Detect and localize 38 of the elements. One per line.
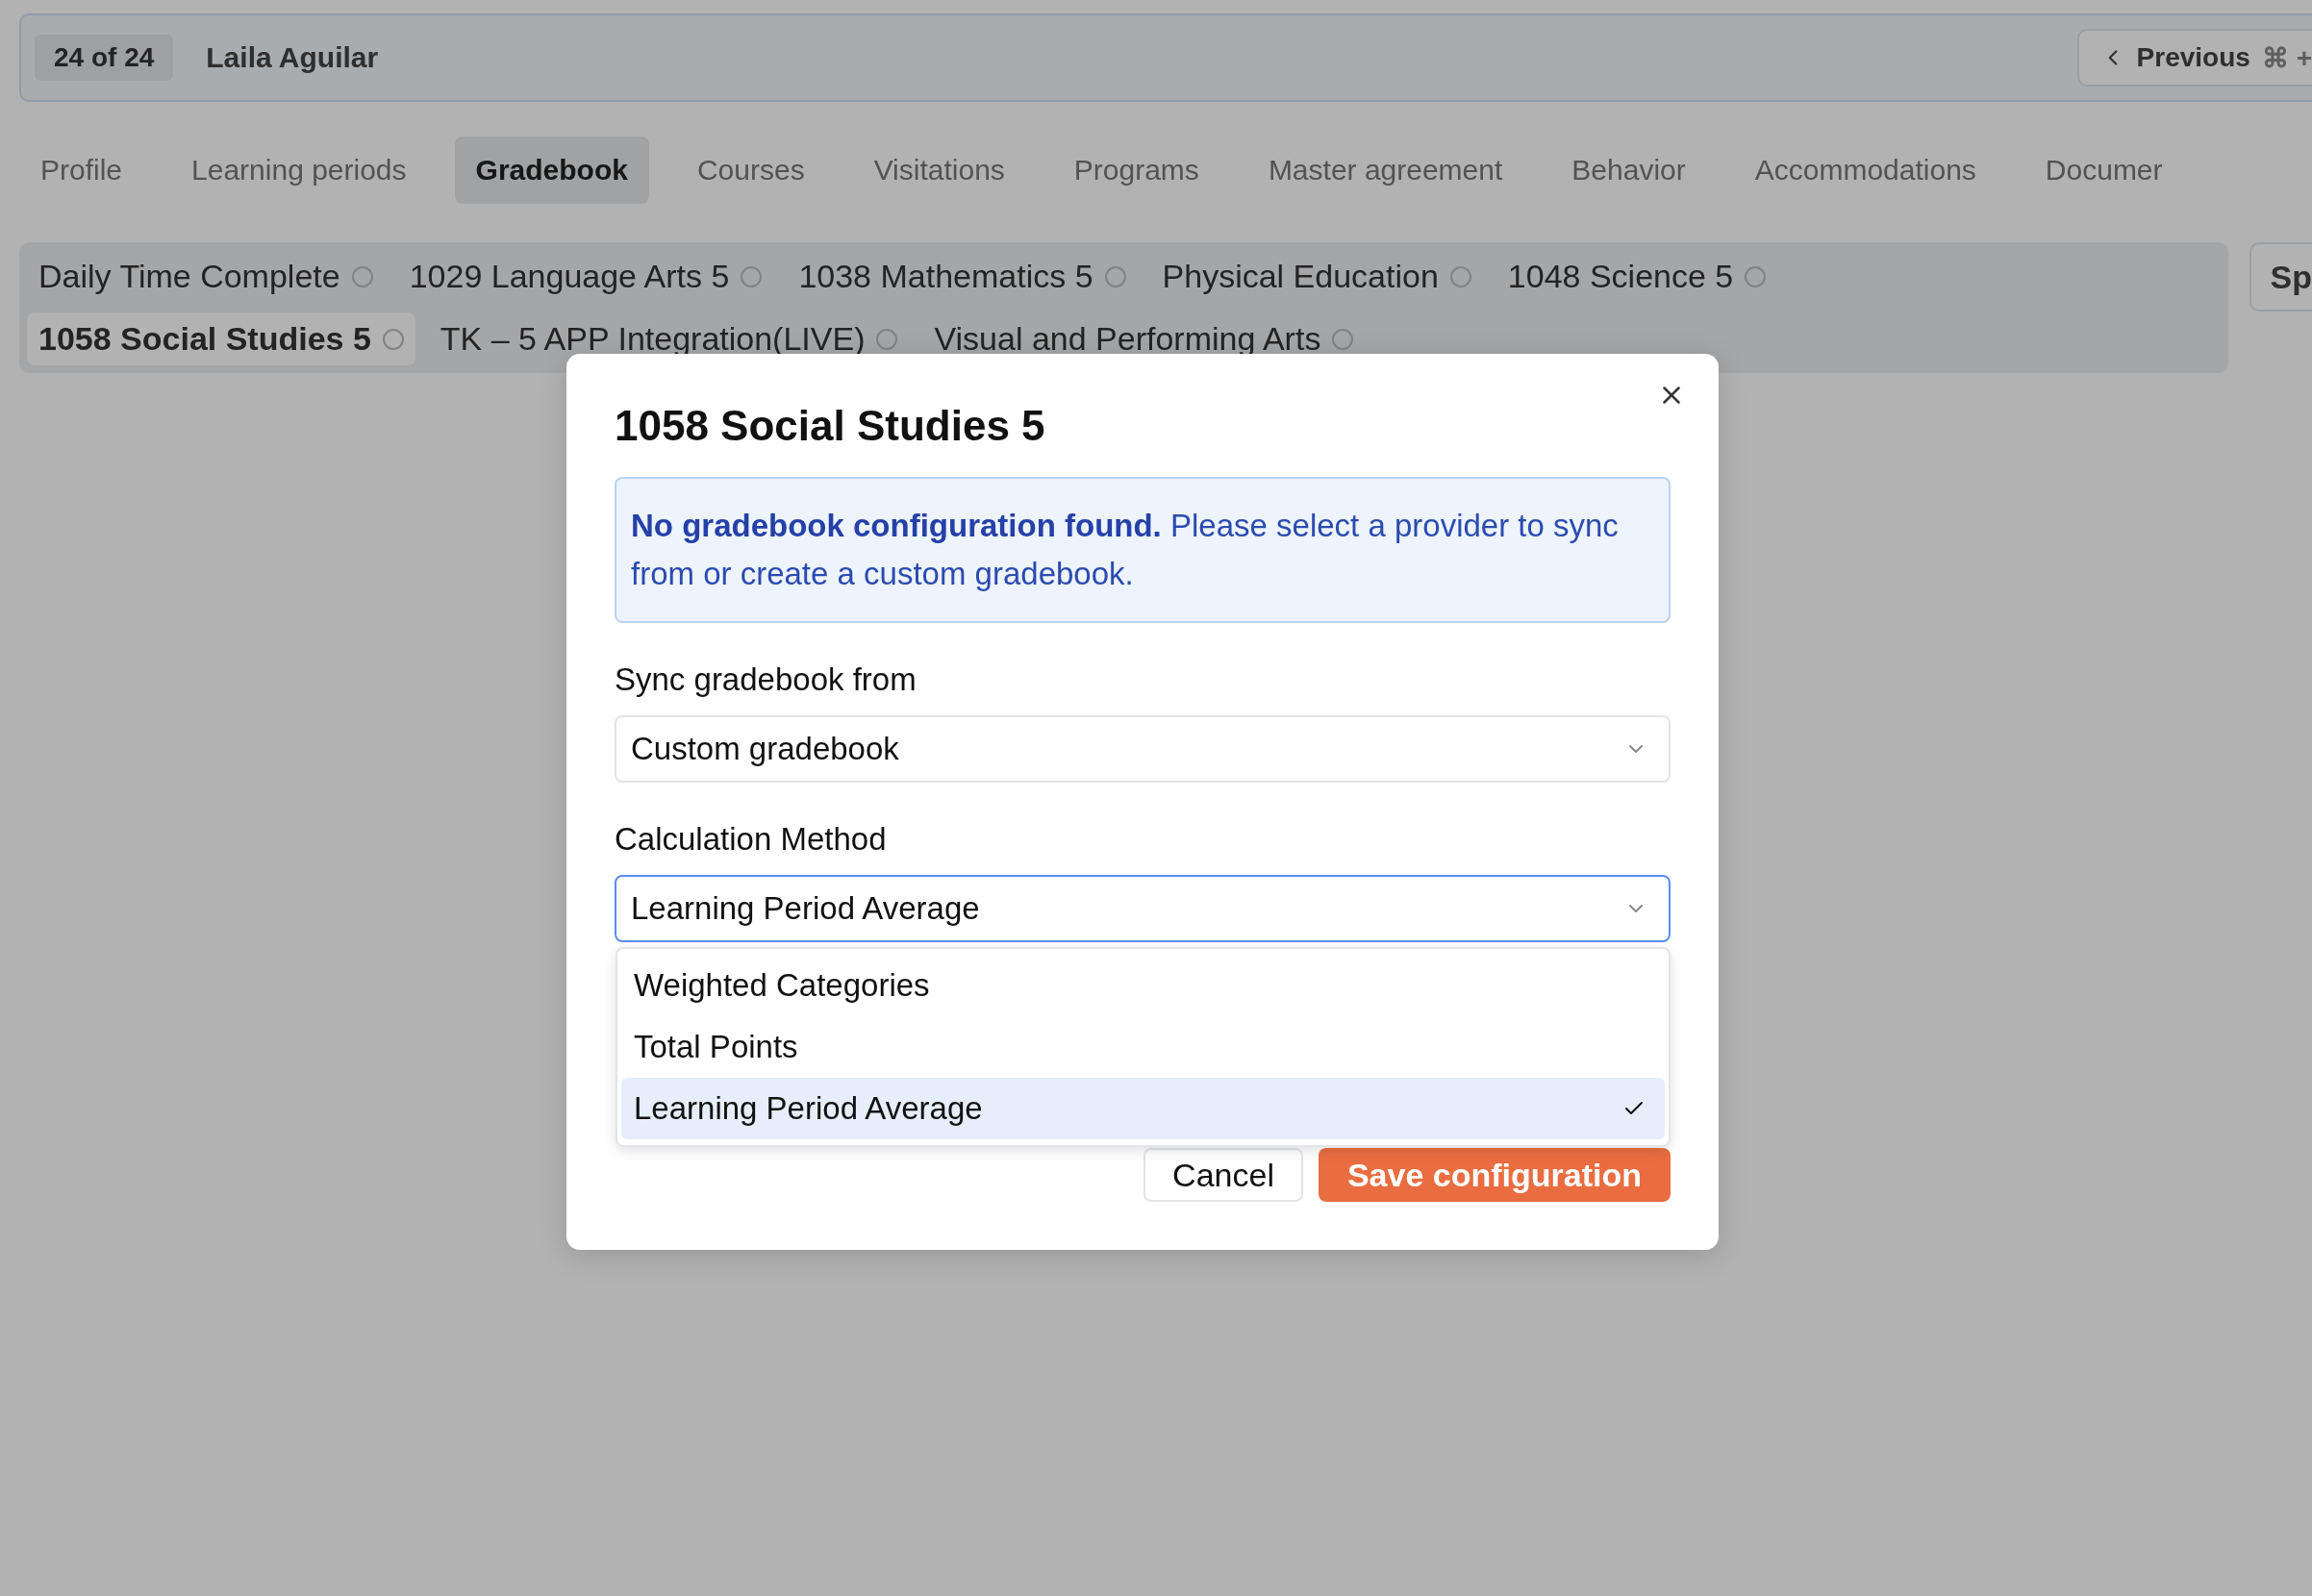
status-circle-icon <box>1104 265 1126 287</box>
course-chip[interactable]: 1058 Social Studies 5 <box>27 312 415 365</box>
dropdown-option[interactable]: Learning Period Average <box>621 1078 1665 1139</box>
shortcut-hint: ⌘ + <box>2261 41 2312 74</box>
nav-tab[interactable]: Documer <box>2023 137 2184 204</box>
course-chip[interactable]: 1048 Science 5 <box>1495 250 1778 303</box>
course-chip[interactable]: Physical Education <box>1150 250 1483 303</box>
previous-button[interactable]: Previous ⌘ + <box>2076 29 2312 87</box>
status-circle-icon <box>1449 265 1471 287</box>
dropdown-option[interactable]: Total Points <box>621 1016 1665 1078</box>
course-chip[interactable]: 1029 Language Arts 5 <box>397 250 774 303</box>
cancel-button[interactable]: Cancel <box>1143 1148 1303 1202</box>
status-circle-icon <box>382 328 404 350</box>
nav-tab[interactable]: Master agreement <box>1246 137 1524 204</box>
status-circle-icon <box>876 328 898 350</box>
course-chip[interactable]: Daily Time Complete <box>27 250 385 303</box>
nav-tab[interactable]: Programs <box>1052 137 1220 204</box>
side-button[interactable]: Sp <box>2249 242 2312 312</box>
field-label: Sync gradebook from <box>615 661 917 698</box>
student-name: Laila Aguilar <box>206 41 379 74</box>
dialog-title: 1058 Social Studies 5 <box>615 402 1046 450</box>
record-position: 24 of 24 <box>35 35 174 81</box>
field-label: Calculation Method <box>615 821 888 858</box>
nav-tab[interactable]: Gradebook <box>454 137 649 204</box>
status-circle-icon <box>1332 328 1354 350</box>
nav-tab[interactable]: Learning periods <box>170 137 428 204</box>
status-circle-icon <box>351 265 373 287</box>
dropdown-option[interactable]: Weighted Categories <box>621 955 1665 1016</box>
info-alert: No gradebook configuration found. Please select a provider to sync from or create a custom gradebook. <box>615 477 1671 623</box>
nav-tab[interactable]: Accommodations <box>1733 137 1998 204</box>
nav-tab[interactable]: Visitations <box>852 137 1026 204</box>
course-chip[interactable]: 1038 Mathematics 5 <box>787 250 1138 303</box>
select-field[interactable]: Custom gradebook <box>615 715 1671 783</box>
nav-tab[interactable]: Courses <box>675 137 826 204</box>
status-circle-icon <box>741 265 763 287</box>
nav-tab[interactable]: Profile <box>19 137 144 204</box>
nav-tab[interactable]: Behavior <box>1550 137 1707 204</box>
status-circle-icon <box>1745 265 1767 287</box>
